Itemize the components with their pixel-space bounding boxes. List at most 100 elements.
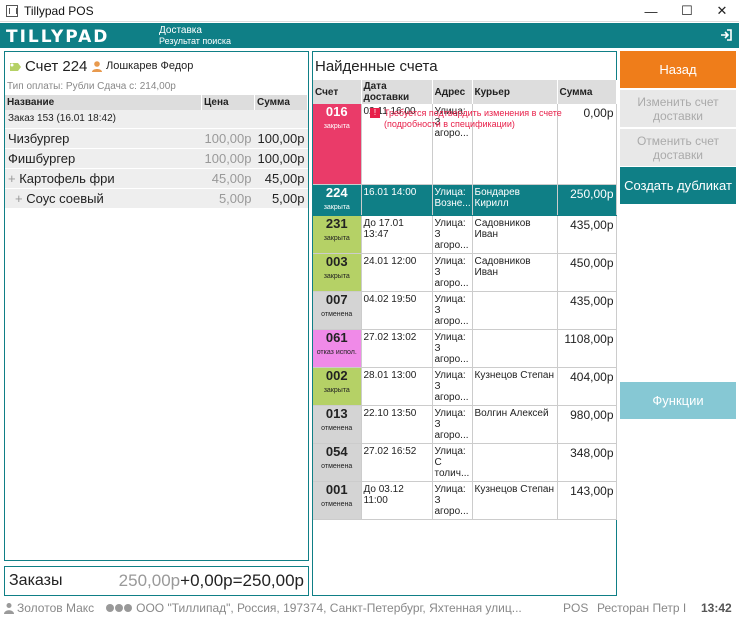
account-status: закрыта bbox=[323, 123, 350, 130]
fiscal-status-icons bbox=[106, 604, 133, 612]
account-sum: 143,00р bbox=[557, 481, 617, 520]
delivery-address: Улица: З агоро... bbox=[432, 291, 473, 330]
account-status: отменена bbox=[321, 500, 353, 508]
account-sum: 250,00р bbox=[557, 184, 617, 216]
account-number-cell: 016 закрыта bbox=[313, 104, 362, 185]
delivery-address: Улица: З агоро... bbox=[432, 481, 473, 520]
delivery-date: 28.01 13:00 bbox=[361, 367, 433, 406]
check-item[interactable]: + Картофель фри 45,00р 45,00р bbox=[5, 168, 308, 189]
delivery-address: Улица: З агоро... bbox=[432, 329, 473, 368]
account-status: закрыта bbox=[323, 234, 350, 242]
check-item[interactable]: + Соус соевый 5,00р 5,00р bbox=[5, 188, 308, 209]
exit-icon[interactable] bbox=[719, 28, 733, 42]
account-status: отменена bbox=[321, 462, 353, 470]
courier-name bbox=[472, 291, 558, 330]
check-item[interactable]: Чизбургер 100,00р 100,00р bbox=[5, 128, 308, 149]
account-sum: 435,00р bbox=[557, 215, 617, 254]
account-status: отменена bbox=[321, 424, 353, 432]
account-sum: 404,00р bbox=[557, 367, 617, 406]
breadcrumb-section: Доставка bbox=[159, 25, 202, 36]
account-sum: 435,00р bbox=[557, 291, 617, 330]
item-sum: 100,00р bbox=[254, 148, 308, 169]
delivery-address: Улица: Возне... bbox=[432, 184, 473, 216]
warning-icon: ! bbox=[370, 108, 380, 118]
courier-name: Волгин Алексей bbox=[472, 405, 558, 444]
account-number-cell: 003 закрыта bbox=[313, 253, 362, 292]
status-mode: POS bbox=[563, 601, 589, 615]
account-number: 231 bbox=[325, 215, 348, 231]
item-price: 100,00р bbox=[201, 148, 255, 169]
account-number: 054 bbox=[325, 443, 348, 459]
result-row[interactable]: 054 отменена 27.02 16:52 Улица: С толич... 3… bbox=[313, 443, 617, 482]
functions-button[interactable]: Функции bbox=[620, 382, 736, 419]
account-number: 007 bbox=[325, 291, 348, 307]
courier-name: Бондарев Кирилл bbox=[472, 184, 558, 216]
app-header: TILLYPAD Доставка Результат поиска bbox=[0, 23, 739, 48]
order-label: Заказ 153 (16.01 18:42) bbox=[5, 110, 308, 129]
courier-name bbox=[472, 329, 558, 368]
maximize-button[interactable]: ☐ bbox=[670, 0, 704, 22]
result-row[interactable]: 061 отказ испол. 27.02 13:02 Улица: З агоро… bbox=[313, 329, 617, 368]
account-number-cell: 224 закрыта bbox=[313, 184, 362, 216]
delivery-address: Улица: З агоро... bbox=[432, 253, 473, 292]
result-row[interactable]: 007 отменена 04.02 19:50 Улица: З агоро... 4… bbox=[313, 291, 617, 330]
account-status: закрыта bbox=[323, 272, 350, 280]
account-number-cell: 002 закрыта bbox=[313, 367, 362, 406]
account-number: 016 bbox=[325, 104, 348, 119]
warning-text: Требуется подтвердить изменения в счете … bbox=[384, 108, 562, 129]
col-name: Название bbox=[5, 95, 202, 110]
account-status: отказ испол. bbox=[316, 348, 357, 356]
item-price: 5,00р bbox=[201, 188, 255, 209]
account-number: 002 bbox=[325, 367, 348, 383]
col-address: Адрес bbox=[432, 80, 473, 104]
account-number: 224 bbox=[325, 184, 348, 200]
results-title: Найденные счета bbox=[315, 58, 438, 75]
account-number-cell: 231 закрыта bbox=[313, 215, 362, 254]
delivery-date: До 17.01 13:47 bbox=[361, 215, 433, 254]
account-number: 001 bbox=[325, 481, 348, 497]
account-status: отменена bbox=[321, 310, 353, 318]
courier-name: Садовников Иван bbox=[472, 215, 558, 254]
courier-name: Кузнецов Степан bbox=[472, 367, 558, 406]
account-number: 061 bbox=[325, 329, 348, 345]
minimize-button[interactable]: — bbox=[634, 0, 668, 22]
delivery-date: До 03.12 11:00 bbox=[361, 481, 433, 520]
account-number: 003 bbox=[325, 253, 348, 269]
courier-name bbox=[472, 443, 558, 482]
courier-name: Садовников Иван bbox=[472, 253, 558, 292]
col-account: Счет bbox=[313, 80, 362, 104]
result-row[interactable]: 002 закрыта 28.01 13:00 Улица: З агоро... Ку… bbox=[313, 367, 617, 406]
check-icon bbox=[10, 62, 21, 71]
status-bar: Золотов Макс ООО "Тиллипад", Россия, 197… bbox=[0, 598, 739, 618]
expand-icon[interactable]: + bbox=[8, 171, 19, 186]
edit-delivery-button[interactable]: Изменить счет доставки bbox=[620, 90, 736, 127]
item-sum: 100,00р bbox=[254, 128, 308, 149]
delivery-address: Улица: З агоро... bbox=[432, 405, 473, 444]
back-button[interactable]: Назад bbox=[620, 51, 736, 88]
check-title: Счет 224 bbox=[25, 58, 88, 75]
col-sum: Сумма bbox=[254, 95, 308, 110]
person-icon bbox=[92, 61, 102, 72]
col-courier: Курьер bbox=[472, 80, 558, 104]
orders-total: 250,00р+0,00р=250,00р bbox=[118, 571, 304, 590]
delivery-date: 16.01 14:00 bbox=[361, 184, 433, 216]
item-name: Чизбургер bbox=[5, 128, 202, 149]
app-icon bbox=[6, 4, 18, 17]
order-row[interactable]: Заказ 153 (16.01 18:42) bbox=[5, 110, 308, 129]
result-row[interactable]: 001 отменена До 03.12 11:00 Улица: З агоро.… bbox=[313, 481, 617, 520]
result-row[interactable]: 013 отменена 22.10 13:50 Улица: З агоро... В… bbox=[313, 405, 617, 444]
result-row[interactable]: 224 закрыта 16.01 14:00 Улица: Возне... Бонд… bbox=[313, 184, 617, 216]
status-user: Золотов Макс bbox=[17, 601, 95, 615]
duplicate-button[interactable]: Создать дубликат bbox=[620, 167, 736, 204]
result-row[interactable]: 231 закрыта До 17.01 13:47 Улица: З агоро..… bbox=[313, 215, 617, 254]
results-table: Счет Дата доставки Адрес Курьер Сумма 01… bbox=[313, 80, 617, 520]
delivery-date: 24.01 12:00 bbox=[361, 253, 433, 292]
result-row[interactable]: 003 закрыта 24.01 12:00 Улица: З агоро... Са… bbox=[313, 253, 617, 292]
close-button[interactable]: ✕ bbox=[705, 0, 739, 22]
expand-icon[interactable]: + bbox=[15, 191, 26, 206]
check-item[interactable]: Фишбургер 100,00р 100,00р bbox=[5, 148, 308, 169]
cancel-delivery-button[interactable]: Отменить счет доставки bbox=[620, 129, 736, 166]
breadcrumb-page: Результат поиска bbox=[159, 36, 231, 46]
status-time: 13:42 bbox=[701, 601, 732, 615]
window-title: Tillypad POS bbox=[24, 3, 94, 18]
